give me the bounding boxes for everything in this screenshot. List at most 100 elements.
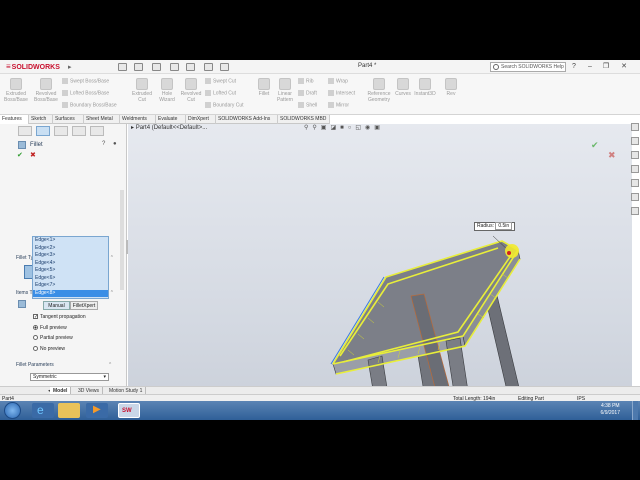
file-explorer-taskbar-icon[interactable] xyxy=(58,403,80,418)
list-item[interactable]: Edge<1> xyxy=(33,237,108,245)
help-icon[interactable]: ? xyxy=(570,62,578,71)
list-item[interactable]: Edge<3> xyxy=(33,252,108,260)
undo-icon[interactable] xyxy=(170,63,179,71)
play-glyph: ▶ xyxy=(93,404,101,415)
mirror-button[interactable]: Mirror xyxy=(328,102,349,108)
search-help-input[interactable]: Search SOLIDWORKS Help xyxy=(490,62,566,72)
ok-check-icon[interactable]: ✔ xyxy=(17,151,23,159)
instant3d-button[interactable]: Instant3D xyxy=(414,78,436,97)
solidworks-resources-icon[interactable] xyxy=(631,123,639,131)
list-item[interactable]: Edge<6> xyxy=(33,275,108,283)
property-manager-tab-icon[interactable] xyxy=(36,126,50,136)
tab-surfaces[interactable]: Surfaces xyxy=(53,115,84,124)
swept-cut-button[interactable]: Swept Cut xyxy=(205,78,236,84)
tab-sketch[interactable]: Sketch xyxy=(29,115,53,124)
no-preview-radio[interactable]: No preview xyxy=(33,346,65,352)
hole-wizard-label: Hole Wizard xyxy=(159,91,175,103)
file-explorer-icon[interactable] xyxy=(631,151,639,159)
collapse-fillet-type-icon[interactable]: ⌃ xyxy=(110,255,114,261)
options-icon[interactable] xyxy=(220,63,229,71)
fillet-ribbon-button[interactable]: Fillet xyxy=(256,78,272,97)
intersect-button[interactable]: Intersect xyxy=(328,90,355,96)
tab-features[interactable]: Features xyxy=(0,115,29,124)
rev-label: Rev xyxy=(446,91,456,97)
swept-boss-label: Swept Boss/Base xyxy=(70,78,110,85)
shell-button[interactable]: Shell xyxy=(298,102,317,108)
rev-button[interactable]: Rev xyxy=(444,78,458,97)
media-player-icon[interactable]: ▶ xyxy=(86,403,108,418)
edge-selection-list[interactable]: Edge<1> Edge<2> Edge<3> Edge<4> Edge<5> … xyxy=(32,236,109,299)
extruded-boss-button[interactable]: Extruded Boss/Base xyxy=(3,78,29,103)
swept-boss-button[interactable]: Swept Boss/Base xyxy=(62,78,109,84)
manual-tab[interactable]: Manual xyxy=(43,301,70,310)
custom-properties-icon[interactable] xyxy=(631,193,639,201)
full-preview-radio[interactable]: Full preview xyxy=(33,325,67,331)
boundary-boss-button[interactable]: Boundary Boss/Base xyxy=(62,102,117,108)
mirror-icon xyxy=(328,102,334,108)
revolved-boss-button[interactable]: Revolved Boss/Base xyxy=(32,78,60,103)
extruded-cut-button[interactable]: Extruded Cut xyxy=(130,78,154,103)
list-item-selected[interactable]: Edge<8> xyxy=(33,289,108,297)
symmetric-dropdown[interactable]: Symmetric ▾ xyxy=(30,373,109,381)
configuration-tab-icon[interactable] xyxy=(54,126,68,136)
rib-button[interactable]: Rib xyxy=(298,78,314,84)
dimxpert-tab-icon[interactable] xyxy=(72,126,86,136)
menu-expand-icon[interactable]: ▸ xyxy=(68,63,72,71)
reference-geometry-button[interactable]: Reference Geometry xyxy=(364,78,394,103)
help-pm-icon[interactable]: ? xyxy=(102,141,105,147)
forum-icon[interactable] xyxy=(631,207,639,215)
hole-wizard-button[interactable]: Hole Wizard xyxy=(156,78,178,103)
cancel-x-icon[interactable]: ✖ xyxy=(30,151,36,159)
revolved-cut-button[interactable]: Revolved Cut xyxy=(180,78,202,103)
list-item[interactable]: Edge<2> xyxy=(33,245,108,253)
wrap-button[interactable]: Wrap xyxy=(328,78,348,84)
internet-explorer-icon[interactable]: e xyxy=(32,403,54,418)
tab-sheet-metal[interactable]: Sheet Metal xyxy=(84,115,120,124)
collapse-items-icon[interactable]: ⌃ xyxy=(110,290,114,296)
revolved-boss-label: Revolved Boss/Base xyxy=(34,91,58,103)
command-manager-ribbon: Extruded Boss/Base Revolved Boss/Base Sw… xyxy=(0,74,640,115)
extruded-boss-label: Extruded Boss/Base xyxy=(4,91,28,103)
minimize-icon[interactable]: – xyxy=(586,62,594,71)
checkbox-icon: ✓ xyxy=(33,314,39,321)
tab-evaluate[interactable]: Evaluate xyxy=(156,115,186,124)
solidworks-logo[interactable]: ≡SOLIDWORKS xyxy=(6,62,60,71)
tab-weldments[interactable]: Weldments xyxy=(120,115,156,124)
list-item[interactable]: Edge<7> xyxy=(33,282,108,290)
pushpin-icon[interactable]: ● xyxy=(113,141,117,147)
close-icon[interactable]: ✕ xyxy=(620,62,628,71)
home-icon[interactable] xyxy=(118,63,127,71)
linear-pattern-button[interactable]: Linear Pattern xyxy=(274,78,296,103)
radius-value-field[interactable]: 0.5in xyxy=(495,222,513,230)
graphics-area[interactable]: ▸ Part4 (Default<<Default>... ⚲⚲▣◪■○◱◉▣ … xyxy=(128,124,632,420)
list-item[interactable]: Edge<4> xyxy=(33,260,108,268)
restore-icon[interactable]: ❐ xyxy=(602,62,610,71)
feature-tree-tab-icon[interactable] xyxy=(18,126,32,136)
solidworks-taskbar-icon[interactable]: SW xyxy=(118,403,140,418)
draft-button[interactable]: Draft xyxy=(298,90,317,96)
display-manager-tab-icon[interactable] xyxy=(90,126,104,136)
select-icon[interactable] xyxy=(186,63,195,71)
filletxpert-tab[interactable]: FilletXpert xyxy=(70,301,98,310)
view-palette-icon[interactable] xyxy=(631,165,639,173)
start-button-icon[interactable] xyxy=(4,402,21,419)
lofted-cut-button[interactable]: Lofted Cut xyxy=(205,90,236,96)
radius-callout[interactable]: Radius: 0.5in xyxy=(474,222,516,231)
partial-preview-radio[interactable]: Partial preview xyxy=(33,335,73,341)
system-clock[interactable]: 4:38 PM 6/9/2017 xyxy=(601,403,620,417)
lofted-boss-button[interactable]: Lofted Boss/Base xyxy=(62,90,109,96)
tab-add-ins[interactable]: SOLIDWORKS Add-Ins xyxy=(216,115,278,124)
tab-dimxpert[interactable]: DimXpert xyxy=(186,115,216,124)
show-desktop-button[interactable] xyxy=(632,401,638,420)
curves-button[interactable]: Curves xyxy=(394,78,412,97)
tangent-propagation-checkbox[interactable]: ✓ Tangent propagation xyxy=(33,314,86,320)
print-icon[interactable] xyxy=(152,63,161,71)
rebuild-icon[interactable] xyxy=(204,63,213,71)
tab-mbd[interactable]: SOLIDWORKS MBD xyxy=(278,115,330,124)
appearances-icon[interactable] xyxy=(631,179,639,187)
new-document-icon[interactable] xyxy=(134,63,143,71)
list-item[interactable]: Edge<5> xyxy=(33,267,108,275)
boundary-cut-button[interactable]: Boundary Cut xyxy=(205,102,244,108)
panel-scrollbar[interactable] xyxy=(120,190,124,290)
design-library-icon[interactable] xyxy=(631,137,639,145)
